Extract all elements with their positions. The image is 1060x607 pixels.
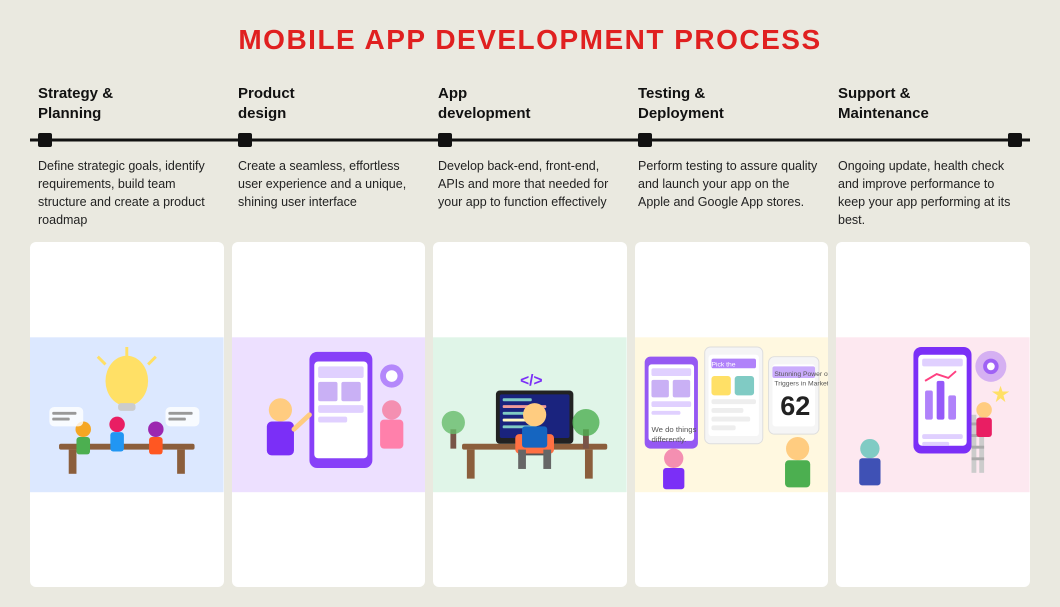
svg-text:Stunning Power of: Stunning Power of	[774, 371, 828, 378]
step-desc-support: Ongoing update, health check and improve…	[830, 157, 1030, 230]
timeline-marker-5	[1008, 133, 1022, 147]
timeline-segment-2	[230, 133, 430, 147]
svg-text:We do things: We do things	[651, 425, 696, 434]
timeline-marker-1	[38, 133, 52, 147]
step-desc-strategy: Define strategic goals, identify require…	[30, 157, 230, 230]
timeline-segment-1	[30, 133, 230, 147]
step-desc-testing: Perform testing to assure quality and la…	[630, 157, 830, 230]
timeline-segment-5	[830, 133, 1030, 147]
headers-row: Strategy &Planning Productdesign Appdeve…	[30, 84, 1030, 133]
timeline-segment-3	[430, 133, 630, 147]
step-header-strategy: Strategy &Planning	[30, 84, 230, 133]
step-header-product: Productdesign	[230, 84, 430, 133]
image-box-app: </>	[433, 242, 627, 588]
process-container: Strategy &Planning Productdesign Appdeve…	[30, 84, 1030, 587]
step-header-support: Support &Maintenance	[830, 84, 1030, 133]
step-header-testing: Testing &Deployment	[630, 84, 830, 133]
image-box-strategy	[30, 242, 224, 588]
timeline-marker-3	[438, 133, 452, 147]
page-title: MOBILE APP DEVELOPMENT PROCESS	[238, 24, 821, 56]
image-box-support	[836, 242, 1030, 588]
step-header-app: Appdevelopment	[430, 84, 630, 133]
svg-text:Categories: Categories	[711, 369, 744, 376]
timeline-marker-2	[238, 133, 252, 147]
image-box-testing: We do things differently. Pick the Categ…	[635, 242, 829, 588]
timeline-segment-4	[630, 133, 830, 147]
step-desc-app: Develop back-end, front-end, APIs and mo…	[430, 157, 630, 230]
svg-text:differently.: differently.	[651, 434, 686, 443]
step-desc-product: Create a seamless, effortless user exper…	[230, 157, 430, 230]
app-illustration: </>	[433, 242, 627, 588]
strategy-illustration	[30, 242, 224, 588]
timeline-markers	[30, 133, 1030, 147]
timeline-marker-4	[638, 133, 652, 147]
svg-text:Triggers in Marketing: Triggers in Marketing	[774, 380, 828, 387]
support-illustration	[836, 242, 1030, 588]
product-illustration	[232, 242, 426, 588]
timeline-row	[30, 133, 1030, 147]
svg-text:</>: </>	[520, 372, 542, 389]
descriptions-row: Define strategic goals, identify require…	[30, 157, 1030, 230]
images-row: </> We do things differently.	[30, 242, 1030, 588]
image-box-product	[232, 242, 426, 588]
testing-illustration: We do things differently. Pick the Categ…	[635, 242, 829, 588]
svg-text:62: 62	[780, 389, 810, 420]
svg-text:Pick the: Pick the	[711, 361, 735, 368]
